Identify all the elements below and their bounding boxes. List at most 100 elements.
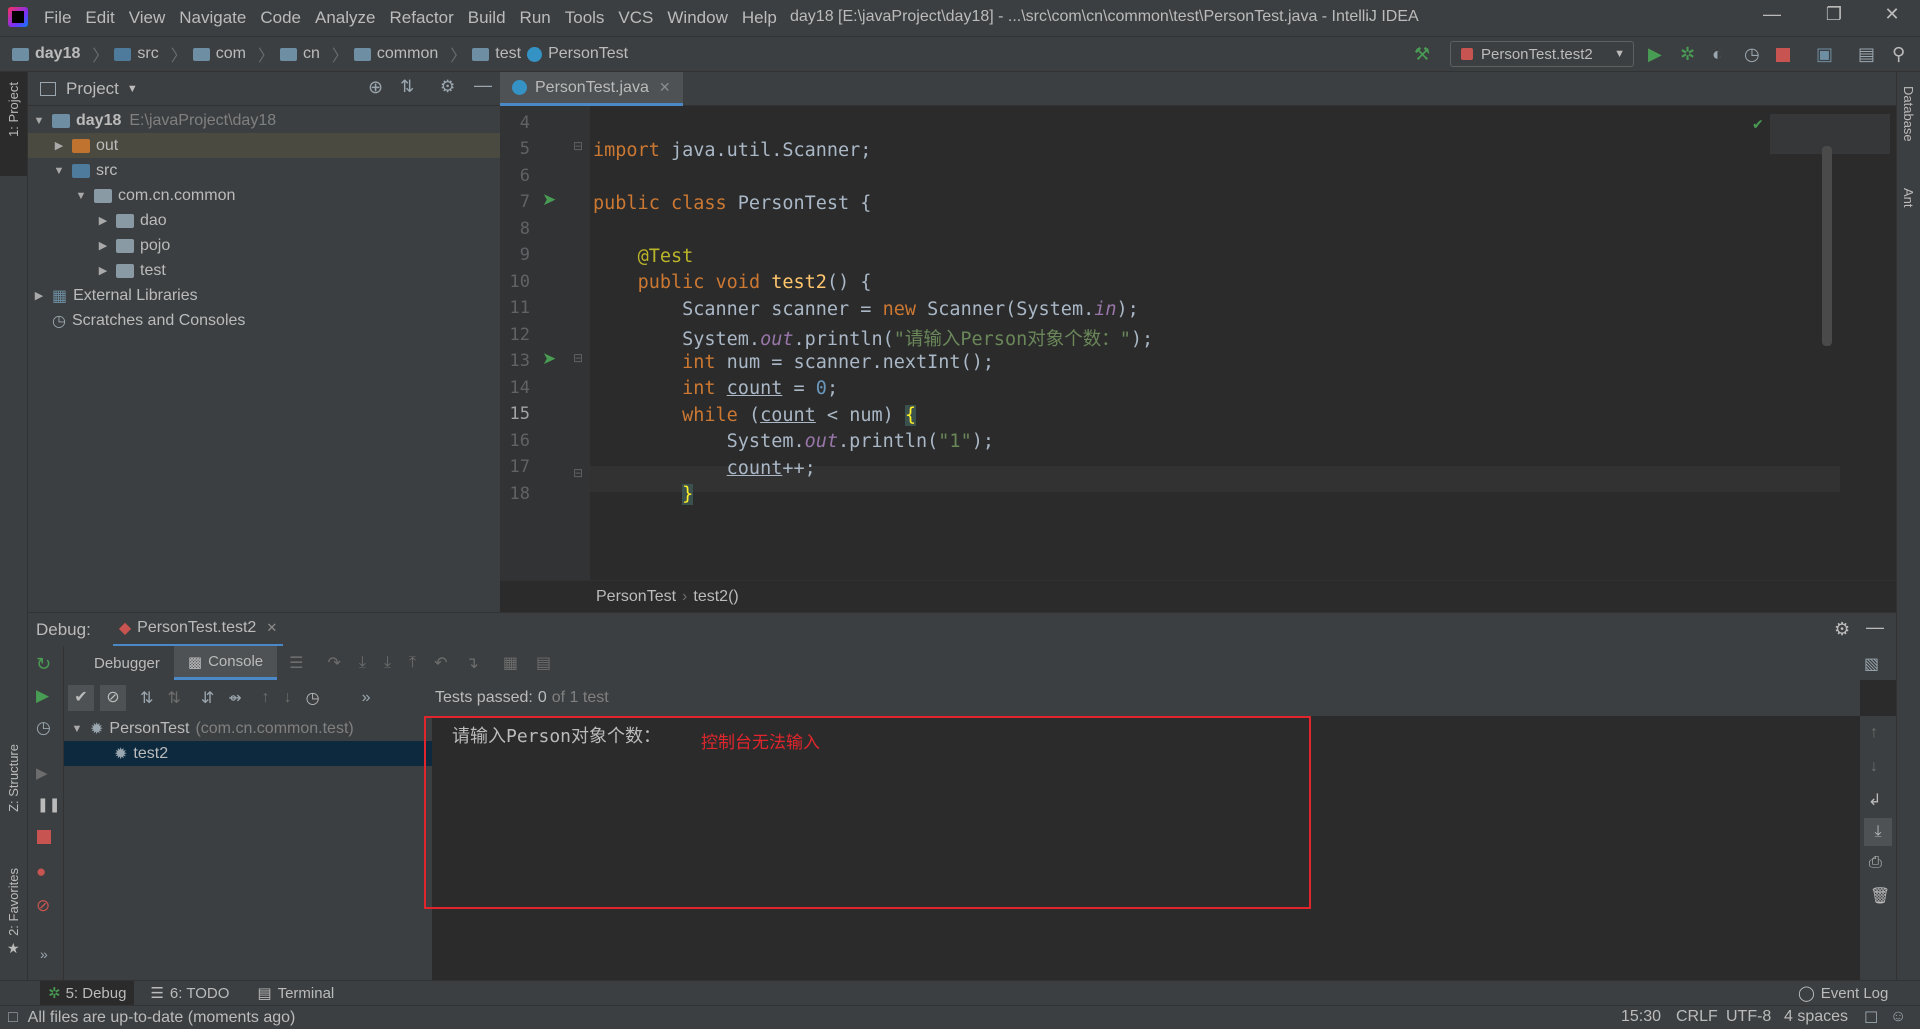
minimize-button[interactable]: — xyxy=(1752,4,1792,32)
view-breakpoints-icon[interactable]: ● xyxy=(36,862,46,882)
ant-tool-tab[interactable]: Ant xyxy=(1901,188,1916,208)
drop-frame-icon[interactable]: ↶ xyxy=(434,653,447,673)
menu-help[interactable]: Help xyxy=(742,8,777,28)
tree-item-scratches[interactable]: ◷ Scratches and Consoles xyxy=(28,308,500,333)
rerun-failed-icon[interactable]: ▶ xyxy=(36,686,49,706)
pause-icon[interactable]: ❚❚ xyxy=(37,796,60,813)
run-test-gutter-icon[interactable]: ➤ xyxy=(542,349,556,369)
breadcrumb-day18[interactable]: day18 xyxy=(12,45,80,63)
file-encoding[interactable]: UTF-8 xyxy=(1726,1008,1771,1026)
sort-alpha-icon[interactable]: ⇅ xyxy=(140,688,153,708)
menu-tools[interactable]: Tools xyxy=(565,8,605,28)
project-view-select[interactable]: Project xyxy=(66,79,119,99)
tree-item-com-cn-common[interactable]: ▼ com.cn.common xyxy=(28,183,500,208)
breadcrumb-cn[interactable]: cn xyxy=(279,45,320,63)
previous-failed-icon[interactable]: ↑ xyxy=(262,689,270,707)
tree-item-dao[interactable]: ▶ dao xyxy=(28,208,500,233)
run-icon[interactable]: ▶ xyxy=(1648,44,1670,66)
resume-icon[interactable]: ▶ xyxy=(36,764,48,782)
step-out-icon[interactable]: ⤒ xyxy=(409,654,416,672)
scroll-to-end-icon[interactable]: ⤓ xyxy=(1864,818,1892,846)
menu-navigate[interactable]: Navigate xyxy=(179,8,246,28)
breadcrumb-persontest[interactable]: PersonTest xyxy=(527,45,628,63)
layout-icon[interactable]: ▤ xyxy=(1858,44,1880,66)
toggle-tool-windows-icon[interactable]: □ xyxy=(8,1009,18,1027)
menu-code[interactable]: Code xyxy=(260,8,301,28)
gear-icon[interactable]: ⚙ xyxy=(1834,619,1850,640)
show-passed-icon[interactable]: ✔ xyxy=(68,685,94,711)
project-structure-icon[interactable]: ▣ xyxy=(1816,44,1838,66)
evaluate-icon[interactable]: ▦ xyxy=(503,653,518,673)
database-tool-tab[interactable]: Database xyxy=(1901,86,1916,142)
menu-edit[interactable]: Edit xyxy=(85,8,114,28)
caret-position[interactable]: 15:30 xyxy=(1621,1008,1661,1026)
menu-file[interactable]: File xyxy=(44,8,71,28)
trace-icon[interactable]: ▤ xyxy=(536,653,551,673)
close-tab-icon[interactable]: ✕ xyxy=(266,620,277,636)
trash-icon[interactable]: 🗑 xyxy=(1870,886,1890,906)
profile-icon[interactable]: ◷ xyxy=(1744,44,1766,66)
tab-debugger[interactable]: Debugger xyxy=(80,655,174,672)
menu-view[interactable]: View xyxy=(129,8,166,28)
tree-item-day18[interactable]: ▼ day18 E:\javaProject\day18 xyxy=(28,108,500,133)
sort-duration-icon[interactable]: ⇅ xyxy=(167,688,180,708)
code-editor[interactable]: 4 5 6 7 8 9 10 11 12 13 14 15 16 17 18 ➤… xyxy=(500,106,1896,580)
stop-icon[interactable] xyxy=(1776,48,1790,62)
mute-breakpoints-icon[interactable]: ⊘ xyxy=(36,896,50,916)
locate-icon[interactable]: ⊕ xyxy=(368,77,383,98)
tool-tab-debug[interactable]: ✲ 5: Debug xyxy=(40,981,135,1005)
lock-icon[interactable]: ☐ xyxy=(1864,1008,1878,1028)
hide-icon[interactable]: — xyxy=(474,75,492,96)
tool-tab-todo[interactable]: ☰ 6: TODO xyxy=(150,984,229,1003)
history-icon[interactable]: ◷ xyxy=(306,688,320,708)
breadcrumb-test[interactable]: test xyxy=(472,45,521,63)
force-step-into-icon[interactable]: ⤓ xyxy=(384,654,391,672)
structure-tool-tab[interactable]: Z: Structure xyxy=(6,744,21,812)
rerun-icon[interactable]: ↻ xyxy=(36,654,51,675)
chevron-down-icon[interactable]: ▼ xyxy=(127,83,138,95)
tree-item-out[interactable]: ▶ out xyxy=(28,133,500,158)
tree-item-src[interactable]: ▼ src xyxy=(28,158,500,183)
indent-setting[interactable]: 4 spaces xyxy=(1784,1008,1848,1026)
favorites-tool-tab[interactable]: 2: Favorites xyxy=(6,868,21,936)
breadcrumb-method[interactable]: test2() xyxy=(693,588,738,606)
tree-item-pojo[interactable]: ▶ pojo xyxy=(28,233,500,258)
step-over-icon[interactable]: ↷ xyxy=(327,653,340,673)
gear-icon[interactable]: ⚙ xyxy=(440,77,455,97)
debug-session-tab[interactable]: ◆ PersonTest.test2 ✕ xyxy=(112,613,284,647)
collapse-all-icon[interactable]: ⇴ xyxy=(228,688,241,708)
restore-layout-icon[interactable]: ▧ xyxy=(1864,654,1879,674)
tool-tab-terminal[interactable]: ▤ Terminal xyxy=(257,984,334,1003)
breadcrumb-com[interactable]: com xyxy=(192,45,246,63)
hide-icon[interactable]: — xyxy=(1866,617,1884,638)
tab-persontest-java[interactable]: PersonTest.java ✕ xyxy=(500,72,683,106)
stop-icon[interactable] xyxy=(37,830,51,844)
tab-console[interactable]: ▩ Console xyxy=(173,646,278,680)
more-icon[interactable]: » xyxy=(362,689,371,707)
line-separator[interactable]: CRLF xyxy=(1676,1008,1718,1026)
step-into-icon[interactable]: ⤓ xyxy=(359,654,366,672)
expand-all-icon[interactable]: ⇵ xyxy=(201,688,214,708)
more-icon[interactable]: » xyxy=(40,946,48,962)
run-configuration-select[interactable]: PersonTest.test2 ▼ xyxy=(1450,41,1634,67)
next-failed-icon[interactable]: ↓ xyxy=(284,689,292,707)
coverage-icon[interactable]: ◐ xyxy=(1712,44,1734,66)
build-hammer-icon[interactable]: ⚒ xyxy=(1414,44,1430,65)
menu-analyze[interactable]: Analyze xyxy=(315,8,375,28)
breadcrumb-class[interactable]: PersonTest xyxy=(596,588,676,606)
menu-vcs[interactable]: VCS xyxy=(618,8,653,28)
up-icon[interactable]: ↑ xyxy=(1870,724,1878,742)
test-suite-row[interactable]: ▼ ✹ PersonTest (com.cn.common.test) xyxy=(64,716,432,741)
menu-window[interactable]: Window xyxy=(667,8,727,28)
run-to-cursor-icon[interactable]: ↴ xyxy=(466,653,479,673)
search-icon[interactable]: ⚲ xyxy=(1892,44,1914,66)
menu-build[interactable]: Build xyxy=(468,8,506,28)
menu-run[interactable]: Run xyxy=(520,8,551,28)
print-icon[interactable]: ⎙ xyxy=(1869,854,1882,872)
menu-refactor[interactable]: Refactor xyxy=(389,8,453,28)
soft-wrap-icon[interactable]: ↲ xyxy=(1868,790,1881,810)
fold-icon[interactable]: ⊟ xyxy=(573,139,583,153)
tree-item-external-libraries[interactable]: ▶ ▦ External Libraries xyxy=(28,283,500,308)
run-test-gutter-icon[interactable]: ➤ xyxy=(542,190,556,210)
editor-scrollbar[interactable] xyxy=(1822,146,1832,346)
